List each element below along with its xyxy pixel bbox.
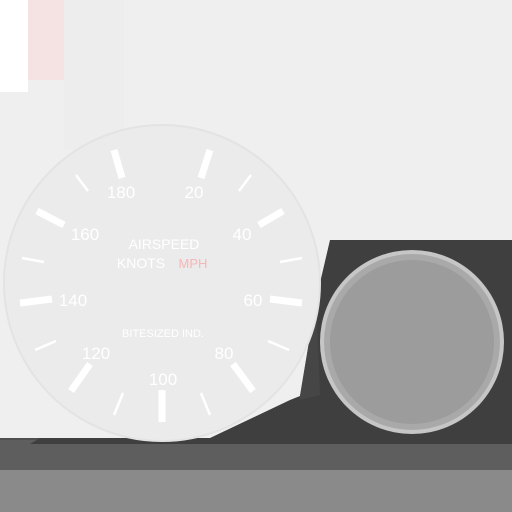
label-120: 120 xyxy=(82,344,110,363)
gauge-title-knots: KNOTS xyxy=(117,255,165,271)
label-20: 20 xyxy=(185,183,204,202)
gauge-title-airspeed: AIRSPEED xyxy=(129,236,200,252)
label-40: 40 xyxy=(233,225,252,244)
cockpit-scene: 20 40 60 80 100 120 140 160 180 AIRSPEED… xyxy=(0,0,512,512)
label-140: 140 xyxy=(59,291,87,310)
gauge-title-mph: MPH xyxy=(179,256,208,271)
label-60: 60 xyxy=(244,291,263,310)
airspeed-gauge-panel: 20 40 60 80 100 120 140 160 180 AIRSPEED… xyxy=(3,124,512,444)
label-100: 100 xyxy=(149,370,177,389)
label-160: 160 xyxy=(71,225,99,244)
label-180: 180 xyxy=(107,183,135,202)
gauge-maker-label: BITESIZED IND. xyxy=(122,328,204,340)
label-80: 80 xyxy=(215,344,234,363)
round-knob-icon[interactable] xyxy=(320,250,504,434)
